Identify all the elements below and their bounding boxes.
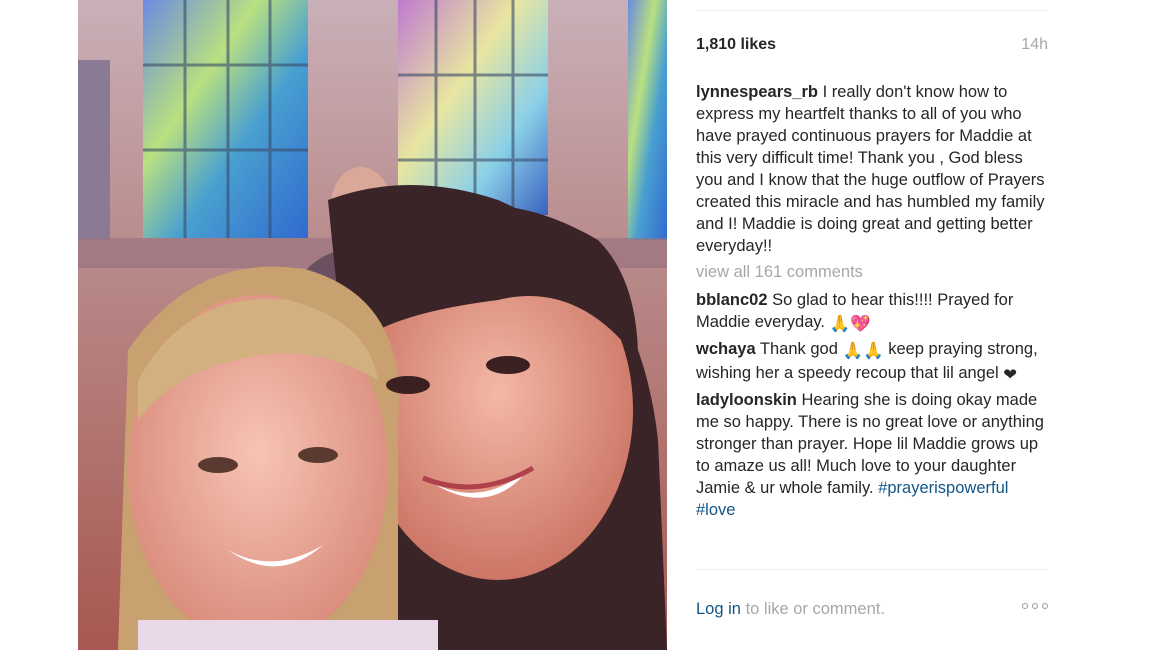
view-all-comments-link[interactable]: view all 161 comments (696, 261, 1048, 283)
comment-item: wchaya Thank god 🙏🙏 keep praying strong,… (696, 338, 1048, 386)
post-photo (78, 0, 667, 650)
login-prompt: Log in to like or comment. (696, 600, 1048, 622)
post-details-panel: 1,810 likes 14h lynnespears_rb I really … (696, 0, 1048, 650)
comment-username[interactable]: wchaya (696, 340, 756, 358)
dot (1032, 603, 1038, 609)
comment-emoji: 🙏🙏 (842, 342, 884, 360)
comments-feed: lynnespears_rb I really don't know how t… (696, 81, 1048, 521)
post-photo-image (78, 0, 667, 650)
hashtag-link[interactable]: #love (696, 501, 735, 519)
comment-username[interactable]: ladyloonskin (696, 391, 797, 409)
heart-emoji: ❤ (1003, 366, 1018, 384)
likes-count[interactable]: 1,810 likes (696, 36, 776, 54)
login-link[interactable]: Log in (696, 600, 741, 618)
dot (1022, 603, 1028, 609)
post-timestamp[interactable]: 14h (1021, 36, 1048, 54)
hashtag-link[interactable]: #prayerispowerful (878, 479, 1008, 497)
post-caption: lynnespears_rb I really don't know how t… (696, 81, 1048, 257)
comment-item: ladyloonskin Hearing she is doing okay m… (696, 389, 1048, 521)
comment-emoji: 🙏💖 (829, 315, 871, 333)
more-options-icon[interactable] (1022, 603, 1048, 609)
divider (696, 10, 1048, 11)
login-prompt-text: to like or comment. (745, 600, 885, 618)
dot (1042, 603, 1048, 609)
comment-item: bblanc02 So glad to hear this!!!! Prayed… (696, 289, 1048, 335)
caption-username[interactable]: lynnespears_rb (696, 83, 818, 101)
comment-text: Thank god (759, 340, 838, 358)
comment-username[interactable]: bblanc02 (696, 291, 768, 309)
likes-row: 1,810 likes 14h (696, 36, 1048, 58)
caption-text: I really don't know how to express my he… (696, 83, 1045, 255)
divider (696, 569, 1048, 570)
